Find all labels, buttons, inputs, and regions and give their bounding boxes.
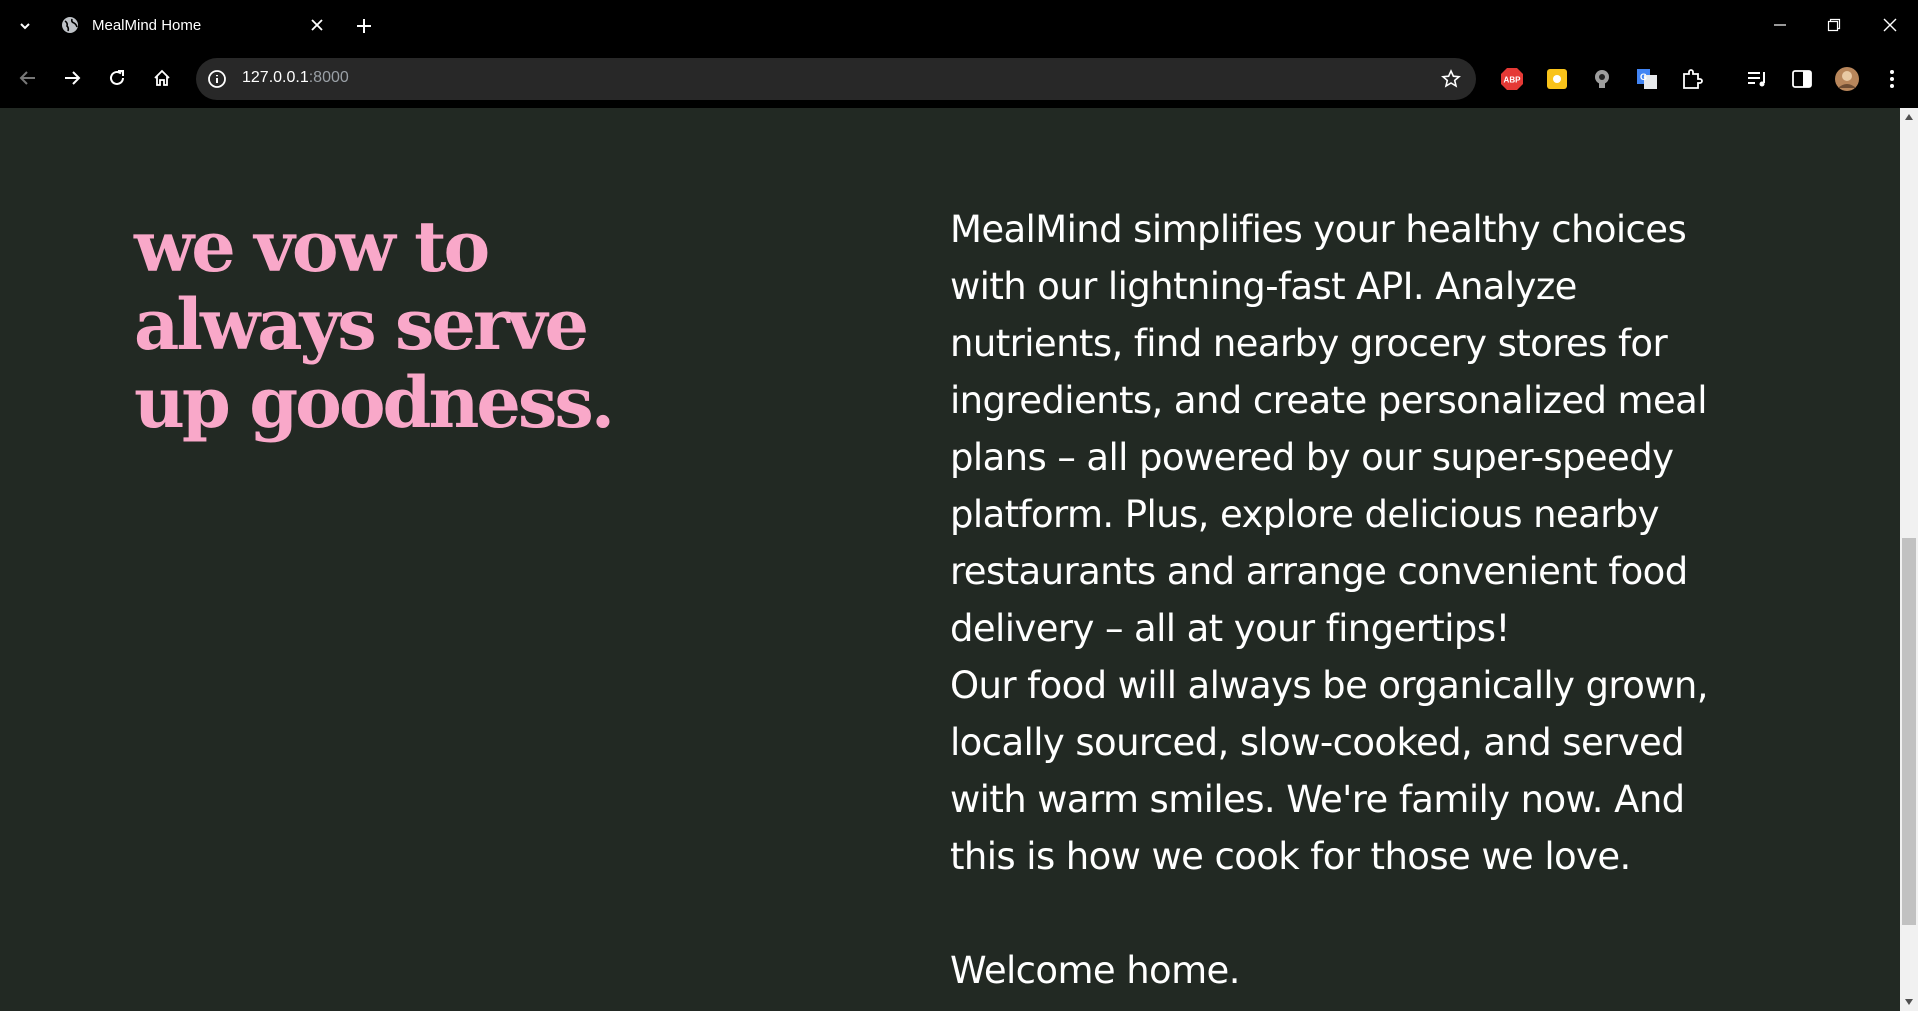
url-host: 127.0.0.1	[242, 69, 309, 86]
body-line: Our food will always be organically grow…	[950, 664, 1709, 707]
vertical-scrollbar[interactable]	[1900, 108, 1918, 1011]
home-icon[interactable]	[146, 62, 178, 94]
headline-line: up goodness.	[134, 361, 615, 444]
scroll-up-arrow-icon[interactable]	[1900, 108, 1918, 126]
body-line: MealMind simplifies your healthy choices	[950, 208, 1687, 251]
body-line: platform. Plus, explore delicious nearby	[950, 493, 1660, 536]
globe-icon	[62, 17, 78, 33]
back-arrow-icon[interactable]	[12, 62, 44, 94]
close-window-button[interactable]	[1862, 0, 1918, 50]
body-line: restaurants and arrange convenient food	[950, 550, 1688, 593]
plus-icon	[357, 19, 371, 33]
url-port: :8000	[308, 69, 349, 86]
body-copy: MealMind simplifies your healthy choices…	[950, 201, 1770, 999]
reload-icon[interactable]	[101, 62, 133, 94]
address-bar[interactable]: 127.0.0.1:8000	[196, 58, 1476, 100]
svg-text:G: G	[1640, 72, 1647, 82]
close-icon[interactable]	[304, 12, 330, 38]
tab-title: MealMind Home	[92, 16, 202, 34]
body-line: this is how we cook for those we love.	[950, 835, 1631, 878]
info-icon[interactable]	[204, 66, 230, 92]
media-control-icon[interactable]	[1743, 65, 1771, 93]
headline-line: always serve	[134, 283, 589, 366]
headline: we vow to always serve up goodness.	[134, 208, 694, 442]
url-text[interactable]: 127.0.0.1:8000	[242, 69, 349, 87]
body-line: ingredients, and create personalized mea…	[950, 379, 1708, 422]
new-tab-button[interactable]	[350, 12, 378, 40]
page-viewport: we vow to always serve up goodness. Meal…	[0, 108, 1900, 1011]
body-line: with our lightning-fast API. Analyze	[950, 265, 1577, 308]
side-panel-icon[interactable]	[1788, 65, 1816, 93]
translate-icon[interactable]: G	[1633, 65, 1661, 93]
minimize-button[interactable]	[1752, 0, 1808, 50]
adblock-label: ABP	[1504, 76, 1522, 85]
chevron-down-icon[interactable]	[12, 13, 38, 39]
adblock-icon[interactable]: ABP	[1498, 65, 1526, 93]
headline-line: we vow to	[134, 205, 490, 288]
body-line: delivery – all at your fingertips!	[950, 607, 1510, 650]
restore-button[interactable]	[1806, 0, 1862, 50]
avatar[interactable]	[1833, 65, 1861, 93]
yellow-extension-icon[interactable]	[1543, 65, 1571, 93]
body-line: locally sourced, slow-cooked, and served	[950, 721, 1685, 764]
body-line: plans – all powered by our super-speedy	[950, 436, 1674, 479]
welcome-text: Welcome home.	[950, 949, 1240, 992]
scroll-down-arrow-icon[interactable]	[1900, 993, 1918, 1011]
scrollbar-thumb[interactable]	[1902, 538, 1916, 925]
forward-arrow-icon[interactable]	[56, 62, 88, 94]
browser-tab[interactable]: MealMind Home	[48, 6, 340, 44]
puzzle-icon[interactable]	[1678, 65, 1706, 93]
star-icon[interactable]	[1438, 66, 1464, 92]
body-line: with warm smiles. We're family now. And	[950, 778, 1685, 821]
tab-strip: MealMind Home	[0, 0, 1918, 50]
kebab-menu-icon[interactable]	[1878, 65, 1906, 93]
body-line: nutrients, find nearby grocery stores fo…	[950, 322, 1668, 365]
bulb-extension-icon[interactable]	[1588, 65, 1616, 93]
